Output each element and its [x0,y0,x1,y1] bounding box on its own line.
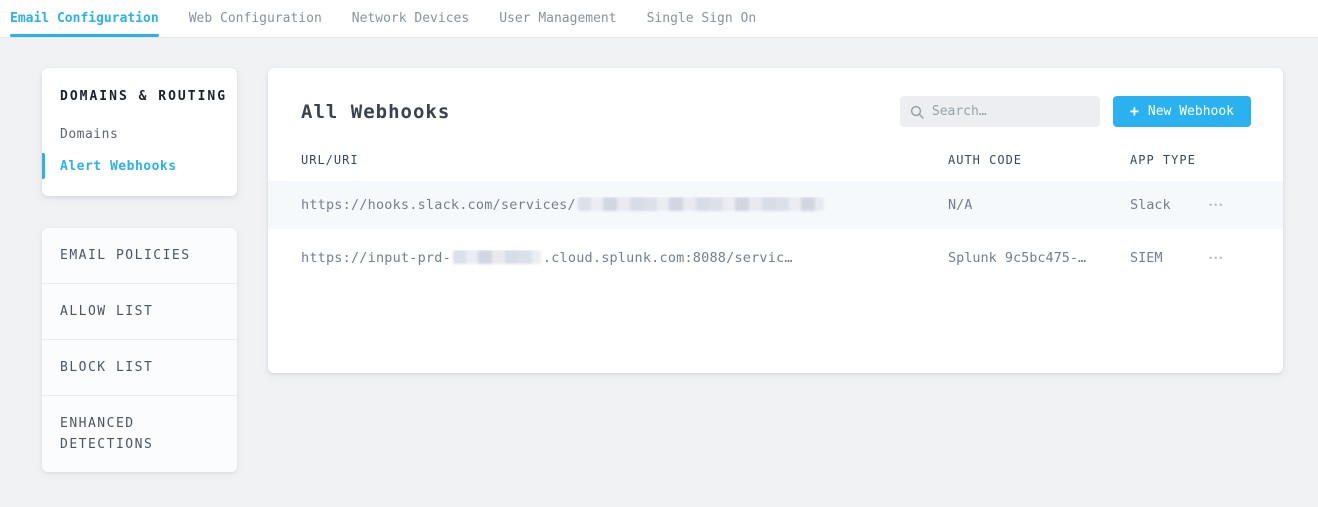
url-text-suffix: .cloud.splunk.com:8088/servic… [543,250,793,266]
domains-routing-title: DOMAINS & ROUTING [42,90,237,104]
column-header-auth-code: AUTH CODE [948,153,1130,167]
tab-email-configuration[interactable]: Email Configuration [10,0,159,37]
url-text: https://hooks.slack.com/services/ [301,197,576,213]
new-webhook-button[interactable]: + New Webhook [1113,96,1251,127]
column-header-url: URL/URI [301,153,948,167]
page-body: DOMAINS & ROUTING Domains Alert Webhooks… [0,38,1318,472]
new-webhook-label: New Webhook [1148,104,1234,119]
tab-network-devices[interactable]: Network Devices [352,0,469,37]
row-actions-menu-icon[interactable]: ••• [1207,197,1226,214]
webhook-url-cell: https://input-prd- .cloud.splunk.com:8088… [301,250,948,266]
app-type-cell: SIEM [1130,250,1207,266]
search-icon [910,105,924,119]
sidebar-item-domains[interactable]: Domains [42,118,237,150]
webhooks-header: All Webhooks + New Webhook [268,68,1283,151]
table-row: https://input-prd- .cloud.splunk.com:8088… [268,229,1283,287]
webhook-url-cell: https://hooks.slack.com/services/ [301,197,948,213]
webhooks-panel: All Webhooks + New Webhook URL/URI [268,68,1283,373]
search-box [900,96,1100,127]
plus-icon: + [1130,104,1139,119]
webhooks-table: URL/URI AUTH CODE APP TYPE https://hooks… [268,151,1283,287]
tab-web-configuration[interactable]: Web Configuration [189,0,322,37]
column-header-app-type: APP TYPE [1130,153,1207,167]
table-row: https://hooks.slack.com/services/ N/A Sl… [268,181,1283,229]
domains-routing-card: DOMAINS & ROUTING Domains Alert Webhooks [42,68,237,196]
url-text: https://input-prd- [301,250,451,266]
row-actions-menu-icon[interactable]: ••• [1207,250,1226,267]
sidebar-item-allow-list[interactable]: ALLOW LIST [42,284,237,340]
auth-code-cell: Splunk 9c5bc475-… [948,250,1130,266]
sidebar-item-block-list[interactable]: BLOCK LIST [42,340,237,396]
sidebar-item-email-policies[interactable]: EMAIL POLICIES [42,228,237,284]
sidebar-item-alert-webhooks[interactable]: Alert Webhooks [42,150,237,182]
page-title: All Webhooks [301,101,450,123]
redacted-url-segment [453,250,541,264]
tab-single-sign-on[interactable]: Single Sign On [647,0,757,37]
auth-code-cell: N/A [948,197,1130,213]
top-nav: Email Configuration Web Configuration Ne… [0,0,1318,38]
redacted-url-segment [578,197,824,211]
sidebar-sections: EMAIL POLICIES ALLOW LIST BLOCK LIST ENH… [42,228,237,472]
sidebar-item-enhanced-detections[interactable]: ENHANCED DETECTIONS [42,396,237,472]
app-type-cell: Slack [1130,197,1207,213]
sidebar: DOMAINS & ROUTING Domains Alert Webhooks… [42,68,237,472]
search-input[interactable] [932,104,1090,119]
tab-user-management[interactable]: User Management [499,0,616,37]
table-header-row: URL/URI AUTH CODE APP TYPE [268,151,1283,181]
header-actions: + New Webhook [900,96,1251,127]
